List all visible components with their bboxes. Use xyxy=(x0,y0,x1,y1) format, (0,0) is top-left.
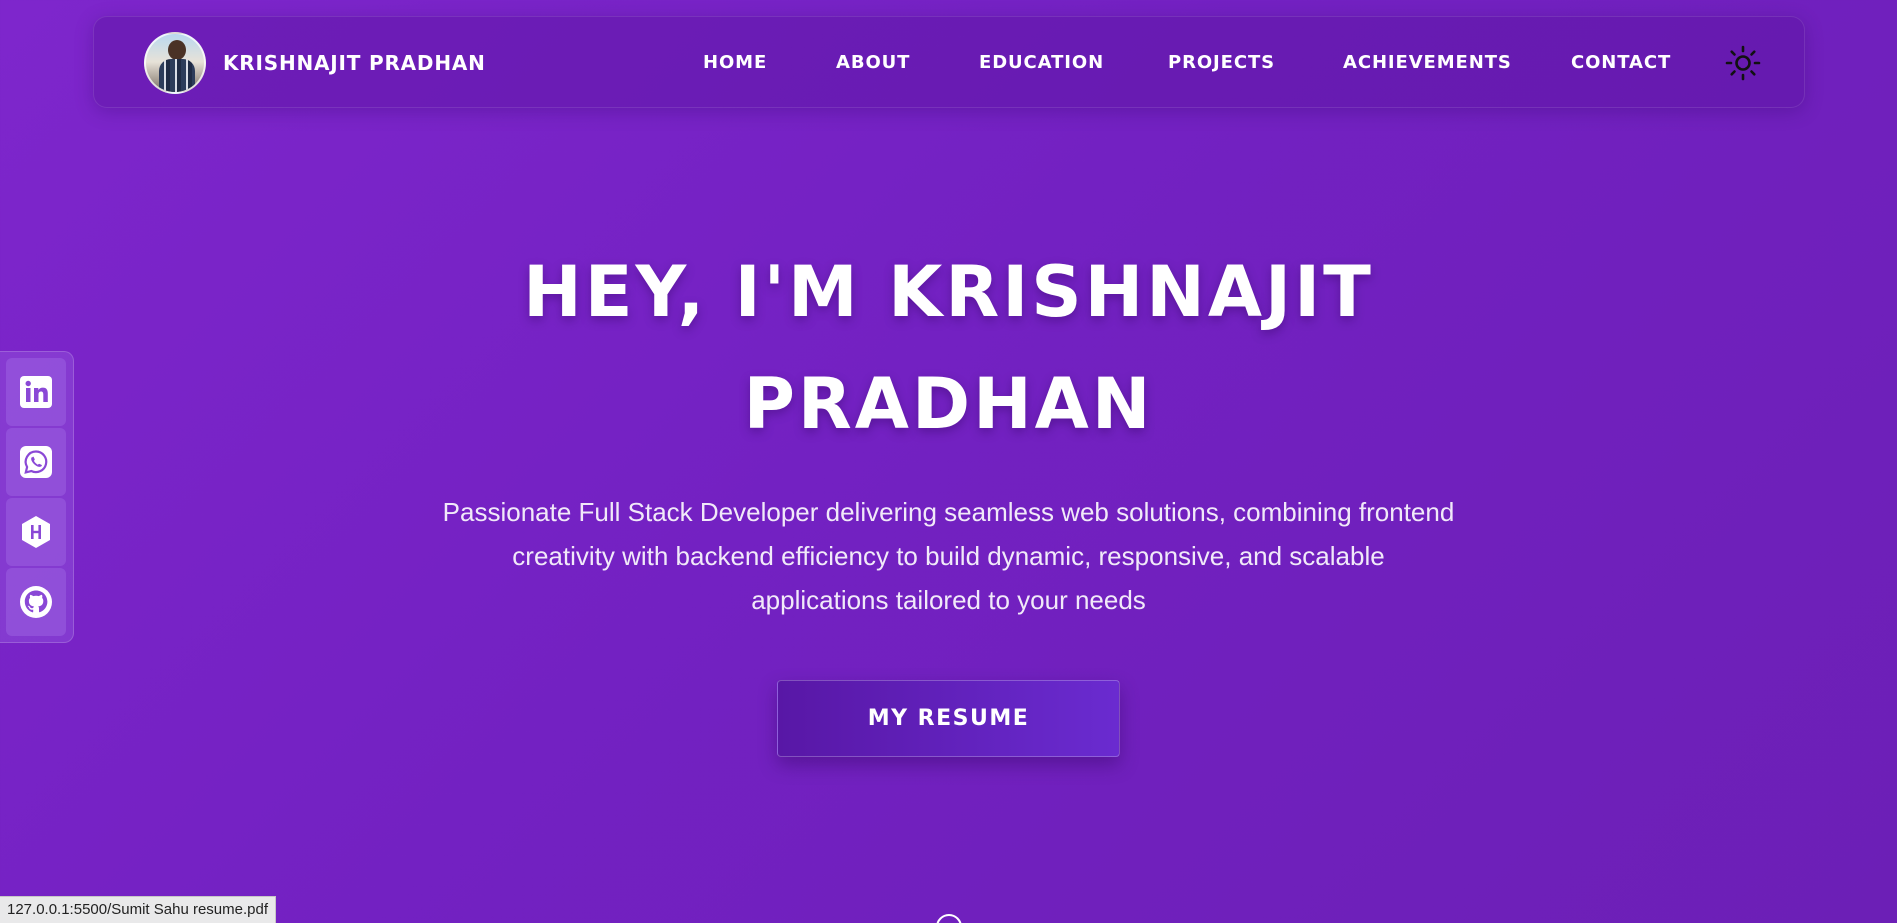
hero-subtitle-line-3: applications tailored to your needs xyxy=(751,585,1146,615)
nav-item-about[interactable]: ABOUT xyxy=(836,52,910,73)
status-bar-url: 127.0.0.1:5500/Sumit Sahu resume.pdf xyxy=(0,896,277,923)
nav-item-education[interactable]: EDUCATION xyxy=(979,52,1104,73)
sun-icon[interactable] xyxy=(1725,45,1761,81)
resume-button[interactable]: MY RESUME xyxy=(777,680,1120,757)
nav-menu: HOME ABOUT EDUCATION PROJECTS ACHIEVEMEN… xyxy=(94,17,1804,109)
hero-subtitle-line-2: creativity with backend efficiency to bu… xyxy=(512,541,1385,571)
navbar: KRISHNAJIT PRADHAN HOME ABOUT EDUCATION … xyxy=(93,16,1805,108)
hero-title-line-2: PRADHAN xyxy=(743,363,1154,445)
hero-subtitle-line-1: Passionate Full Stack Developer deliveri… xyxy=(442,497,1455,527)
github-link[interactable] xyxy=(6,568,66,636)
hashnode-link[interactable] xyxy=(6,498,66,566)
hashnode-icon xyxy=(22,516,50,548)
github-icon xyxy=(20,586,52,618)
scroll-down-icon[interactable] xyxy=(936,914,962,923)
hero-subtitle: Passionate Full Stack Developer deliveri… xyxy=(430,490,1467,622)
nav-item-achievements[interactable]: ACHIEVEMENTS xyxy=(1343,52,1512,73)
nav-item-home[interactable]: HOME xyxy=(703,52,767,73)
nav-item-projects[interactable]: PROJECTS xyxy=(1168,52,1275,73)
hero-title-line-1: HEY, I'M KRISHNAJIT xyxy=(523,251,1374,333)
nav-item-contact[interactable]: CONTACT xyxy=(1571,52,1671,73)
hero-title: HEY, I'M KRISHNAJIT PRADHAN xyxy=(0,236,1897,460)
